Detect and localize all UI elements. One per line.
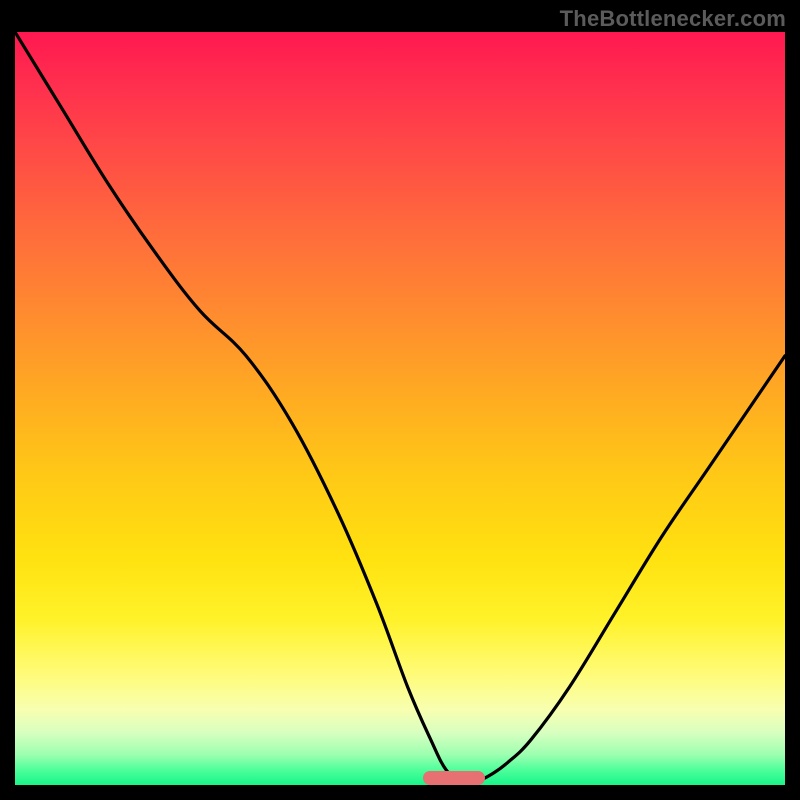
- bottleneck-curve: [15, 32, 785, 785]
- plot-area: [15, 32, 785, 785]
- x-axis-line: [15, 785, 785, 787]
- optimal-marker: [423, 771, 485, 785]
- chart-frame: TheBottlenecker.com: [0, 0, 800, 800]
- watermark-text: TheBottlenecker.com: [560, 6, 786, 32]
